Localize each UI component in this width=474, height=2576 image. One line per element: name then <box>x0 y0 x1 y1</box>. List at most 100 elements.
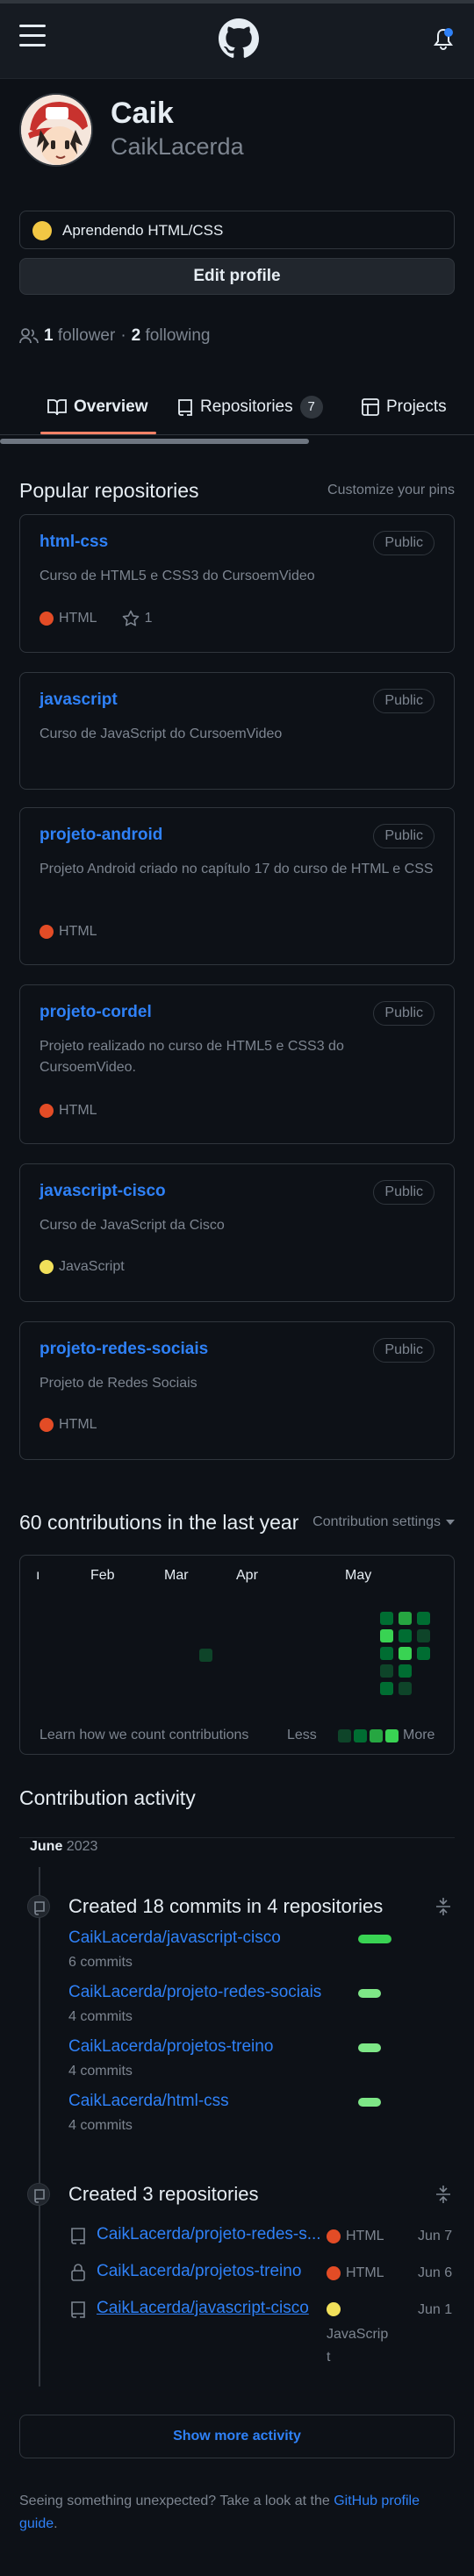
created-repo-link[interactable]: CaikLacerda/projeto-redes-s... <box>97 2225 321 2244</box>
language-label-line: t <box>327 2350 331 2365</box>
repo-description: Curso de JavaScript da Cisco <box>40 1218 225 1233</box>
profile-tabs: Overview Repositories 7 Projects <box>0 377 474 435</box>
repo-card: javascript Public Curso de JavaScript do… <box>19 672 455 790</box>
activity-year: 2023 <box>66 1839 98 1854</box>
repo-language: HTML <box>59 611 97 626</box>
repo-meta: HTML <box>40 924 97 940</box>
hamburger-menu-icon[interactable] <box>19 25 46 47</box>
repo-name-link[interactable]: html-css <box>40 533 108 552</box>
commit-repo-link[interactable]: CaikLacerda/projeto-redes-sociais <box>68 1983 321 2002</box>
contribution-cell[interactable] <box>380 1682 393 1695</box>
repo-language: HTML <box>59 1103 97 1118</box>
status-text: Aprendendo HTML/CSS <box>62 222 224 239</box>
contribution-cell[interactable] <box>417 1629 430 1642</box>
following-link[interactable]: 2 following <box>132 326 211 346</box>
commit-count-link[interactable]: 4 commits <box>68 2118 133 2134</box>
contribution-cell[interactable] <box>399 1647 412 1660</box>
footer-end: . <box>54 2516 58 2531</box>
commit-bar <box>358 1935 391 1943</box>
activity-month-heading: June 2023 <box>30 1839 104 1855</box>
profile-guide-link-part: GitHub profile <box>334 2494 420 2508</box>
repo-meta: JavaScript <box>40 1259 125 1275</box>
github-logo-icon[interactable] <box>219 18 259 59</box>
following-count: 2 <box>131 326 141 345</box>
repo-card: javascript-cisco Public Curso de JavaScr… <box>19 1163 455 1302</box>
learn-contributions-link[interactable]: Learn how we count contributions <box>40 1728 248 1743</box>
contribution-cell[interactable] <box>380 1664 393 1678</box>
contribution-cell[interactable] <box>417 1647 430 1660</box>
repo-name-link[interactable]: javascript-cisco <box>40 1182 166 1201</box>
repo-name-link[interactable]: projeto-redes-sociais <box>40 1340 208 1359</box>
activity-title: Contribution activity <box>19 1786 196 1809</box>
commit-count-link[interactable]: 6 commits <box>68 1955 133 1971</box>
language-color-dot <box>40 1104 54 1118</box>
commit-count-link[interactable]: 4 commits <box>68 2064 133 2079</box>
tab-projects[interactable]: Projects <box>362 390 447 425</box>
visibility-badge: Public <box>373 689 434 713</box>
tab-overview[interactable]: Overview <box>47 390 148 425</box>
fold-icon[interactable] <box>435 2185 451 2208</box>
created-repo-link[interactable]: CaikLacerda/javascript-cisco <box>97 2299 309 2318</box>
stars-link[interactable]: 1 <box>122 610 152 627</box>
month-label: Apr <box>236 1568 258 1583</box>
language-color-dot <box>40 925 54 939</box>
tabs-scrollbar[interactable] <box>0 439 309 444</box>
legend-more-label: More <box>403 1728 435 1742</box>
contribution-cell[interactable] <box>399 1664 412 1678</box>
month-label: ı <box>36 1568 40 1583</box>
contribution-cell[interactable] <box>380 1612 393 1625</box>
commit-repo-link[interactable]: CaikLacerda/html-css <box>68 2092 229 2111</box>
visibility-badge: Public <box>373 531 434 555</box>
commit-count-link[interactable]: 4 commits <box>68 2009 133 2025</box>
created-repo-language: JavaScrip t <box>327 2323 388 2369</box>
repo-language: HTML <box>59 1417 97 1432</box>
repo-description: Projeto realizado no curso de HTML5 e CS… <box>40 1039 344 1075</box>
repo-name-link[interactable]: javascript <box>40 691 118 710</box>
commit-repo-link[interactable]: CaikLacerda/projetos-treino <box>68 2037 273 2057</box>
timeline-line <box>39 1867 40 2386</box>
legend-cell <box>370 1729 383 1742</box>
created-date: Jun 6 <box>418 2265 453 2280</box>
show-more-activity-button[interactable]: Show more activity <box>19 2415 455 2458</box>
contribution-cell[interactable] <box>399 1629 412 1642</box>
language-color-dot <box>327 2302 341 2316</box>
profile-name: Caik <box>111 97 174 130</box>
contribution-cell[interactable] <box>380 1647 393 1660</box>
status-box[interactable]: Aprendendo HTML/CSS <box>19 211 455 249</box>
top-divider <box>0 0 474 4</box>
contribution-cell[interactable] <box>399 1682 412 1695</box>
tab-repositories-label: Repositories <box>200 397 293 416</box>
repo-card: projeto-cordel Public Projeto realizado … <box>19 984 455 1144</box>
tab-repositories[interactable]: Repositories 7 <box>177 390 323 425</box>
created-repo-link[interactable]: CaikLacerda/projetos-treino <box>97 2262 301 2281</box>
repositories-counter: 7 <box>299 396 323 419</box>
caret-down-icon <box>446 1520 455 1525</box>
legend-less-label: Less <box>287 1728 317 1742</box>
repo-description: Curso de HTML5 e CSS3 do CursoemVideo <box>40 569 315 583</box>
notification-bell-icon[interactable] <box>433 26 454 53</box>
commit-repo-link[interactable]: CaikLacerda/javascript-cisco <box>68 1928 281 1948</box>
legend-cell <box>354 1729 367 1742</box>
month-label: May <box>345 1568 372 1583</box>
followers-link[interactable]: 1 follower <box>44 326 115 346</box>
commit-bar <box>358 2043 381 2052</box>
avatar[interactable] <box>19 93 93 167</box>
people-icon <box>19 328 39 344</box>
repo-name-link[interactable]: projeto-android <box>40 826 162 845</box>
repo-name-link[interactable]: projeto-cordel <box>40 1003 152 1022</box>
customize-pins-link[interactable]: Customize your pins <box>327 483 455 498</box>
contribution-settings-dropdown[interactable]: Contribution settings <box>312 1514 455 1530</box>
activity-divider <box>19 1837 455 1838</box>
contribution-cell[interactable] <box>199 1649 212 1662</box>
repo-language: JavaScript <box>59 1259 125 1274</box>
contribution-cell[interactable] <box>399 1612 412 1625</box>
contribution-cell[interactable] <box>380 1629 393 1642</box>
created-date: Jun 1 <box>418 2302 453 2317</box>
table-icon <box>362 398 379 416</box>
upside-down-face-icon <box>32 221 52 240</box>
repo-meta: HTML <box>40 1103 97 1119</box>
fold-icon[interactable] <box>435 1897 451 1921</box>
edit-profile-button[interactable]: Edit profile <box>19 258 455 295</box>
repo-icon <box>70 2227 86 2249</box>
contribution-cell[interactable] <box>417 1612 430 1625</box>
